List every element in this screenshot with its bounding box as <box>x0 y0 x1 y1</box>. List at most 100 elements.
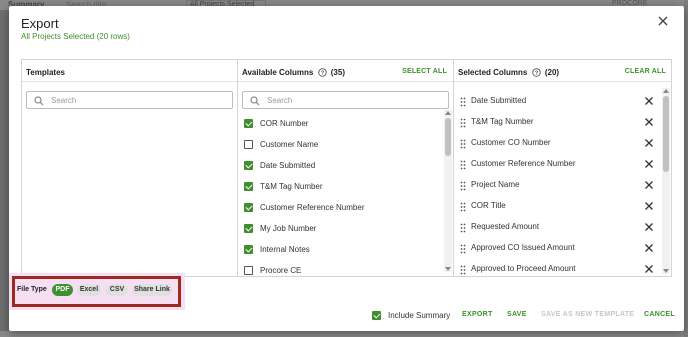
selected-column-label: Requested Amount <box>471 222 540 231</box>
unchecked-checkbox[interactable] <box>244 266 253 275</box>
selected-column-item[interactable]: Requested Amount <box>460 218 656 239</box>
selected-column-item[interactable]: COR Title <box>460 197 656 218</box>
available-column-label: Customer Reference Number <box>260 203 365 212</box>
export-button[interactable]: EXPORT <box>462 311 493 318</box>
templates-search-box[interactable] <box>26 91 233 109</box>
drag-handle-icon[interactable] <box>460 265 466 275</box>
selected-column-item[interactable]: Approved CO Issued Amount <box>460 239 656 260</box>
templates-search-input[interactable] <box>51 94 221 107</box>
scroll-down-icon[interactable] <box>663 269 669 273</box>
file-type-label: File Type <box>17 286 47 293</box>
search-icon <box>250 96 260 106</box>
background-footer <box>0 331 688 337</box>
file-type-chip-excel[interactable]: Excel <box>77 284 101 296</box>
selected-column-label: Approved CO Issued Amount <box>471 243 575 252</box>
selected-column-item[interactable]: T&M Tag Number <box>460 113 656 134</box>
selected-column-label: T&M Tag Number <box>471 117 534 126</box>
selected-column-item[interactable]: Date Submitted <box>460 92 656 113</box>
available-column-label: Internal Notes <box>260 245 310 254</box>
selected-column-item[interactable]: Customer Reference Number <box>460 155 656 176</box>
available-column-item[interactable]: Customer Reference Number <box>244 198 440 219</box>
checked-checkbox[interactable] <box>244 224 253 233</box>
modal-subtitle: All Projects Selected (20 rows) <box>21 32 130 41</box>
remove-icon[interactable] <box>644 138 654 148</box>
selected-column-item[interactable]: Project Name <box>460 176 656 197</box>
drag-handle-icon[interactable] <box>460 160 466 170</box>
drag-handle-icon[interactable] <box>460 202 466 212</box>
search-icon <box>34 96 44 106</box>
available-search-box[interactable] <box>242 91 449 109</box>
available-column-item[interactable]: Date Submitted <box>244 156 440 177</box>
scroll-up-icon[interactable] <box>663 89 669 93</box>
modal-title: Export <box>21 16 59 31</box>
selected-scrollbar[interactable] <box>662 88 670 274</box>
available-columns-list: COR Number Customer Name Date Submitted T&M… <box>238 114 453 276</box>
close-icon[interactable] <box>656 14 670 28</box>
selected-column-label: COR Title <box>471 201 506 210</box>
drag-handle-icon[interactable] <box>460 118 466 128</box>
available-column-item[interactable]: COR Number <box>244 114 440 135</box>
remove-icon[interactable] <box>644 222 654 232</box>
drag-handle-icon[interactable] <box>460 223 466 233</box>
available-column-label: Customer Name <box>260 140 319 149</box>
include-summary-label: Include Summary <box>388 311 451 320</box>
drag-handle-icon[interactable] <box>460 181 466 191</box>
include-summary-check[interactable] <box>372 311 381 320</box>
available-search-input[interactable] <box>267 94 437 107</box>
remove-icon[interactable] <box>644 264 654 274</box>
selected-column-label: Project Name <box>471 180 520 189</box>
remove-icon[interactable] <box>644 159 654 169</box>
scroll-down-icon[interactable] <box>445 267 451 271</box>
scroll-up-icon[interactable] <box>445 111 451 115</box>
available-columns-header: Available Columns ? (35) SELECT ALL <box>238 60 453 82</box>
selected-columns-label: Selected Columns <box>458 68 528 77</box>
help-icon[interactable]: ? <box>317 68 327 77</box>
selected-columns-count: (20) <box>544 68 560 77</box>
file-type-chip-csv[interactable]: CSV <box>106 284 128 296</box>
available-column-item[interactable]: Procore CE <box>244 261 440 276</box>
remove-icon[interactable] <box>644 201 654 211</box>
selected-column-label: Date Submitted <box>471 96 527 105</box>
file-type-chip-pdf[interactable]: PDF <box>52 284 73 296</box>
drag-handle-icon[interactable] <box>460 97 466 107</box>
selected-column-label: Approved to Proceed Amount <box>471 264 576 273</box>
selected-column-item[interactable]: Customer CO Number <box>460 134 656 155</box>
drag-handle-icon[interactable] <box>460 139 466 149</box>
checked-checkbox[interactable] <box>244 119 253 128</box>
remove-icon[interactable] <box>644 96 654 106</box>
help-icon[interactable]: ? <box>531 68 541 77</box>
save-as-new-template-button[interactable]: SAVE AS NEW TEMPLATE <box>541 311 634 318</box>
templates-panel: Templates <box>22 60 238 276</box>
available-column-item[interactable]: Internal Notes <box>244 240 440 261</box>
scrollbar-thumb[interactable] <box>663 96 669 172</box>
available-column-item[interactable]: Customer Name <box>244 135 440 156</box>
selected-columns-header: Selected Columns ? (20) CLEAR ALL <box>454 60 672 82</box>
available-scrollbar[interactable] <box>444 110 452 272</box>
save-button[interactable]: SAVE <box>507 311 527 318</box>
available-columns-count: (35) <box>330 68 345 77</box>
available-column-label: T&M Tag Number <box>260 182 323 191</box>
available-column-item[interactable]: T&M Tag Number <box>244 177 440 198</box>
selected-column-label: Customer Reference Number <box>471 159 576 168</box>
checked-checkbox[interactable] <box>244 161 253 170</box>
available-column-label: COR Number <box>260 119 309 128</box>
cancel-button[interactable]: CANCEL <box>644 311 675 318</box>
clear-all-button[interactable]: CLEAR ALL <box>625 68 666 75</box>
templates-header: Templates <box>22 60 237 82</box>
remove-icon[interactable] <box>644 180 654 190</box>
available-column-item[interactable]: My Job Number <box>244 219 440 240</box>
checked-checkbox[interactable] <box>244 182 253 191</box>
unchecked-checkbox[interactable] <box>244 140 253 149</box>
columns-panels: Templates Available Columns ? (35) SELEC… <box>21 59 672 277</box>
checked-checkbox[interactable] <box>244 245 253 254</box>
remove-icon[interactable] <box>644 243 654 253</box>
templates-header-label: Templates <box>26 68 65 77</box>
drag-handle-icon[interactable] <box>460 244 466 254</box>
file-type-chip-share-link[interactable]: Share Link <box>132 284 172 296</box>
checked-checkbox[interactable] <box>244 203 253 212</box>
selected-column-item[interactable]: Approved to Proceed Amount <box>460 260 656 276</box>
select-all-button[interactable]: SELECT ALL <box>402 68 447 75</box>
available-columns-label: Available Columns <box>242 68 314 77</box>
scrollbar-thumb[interactable] <box>445 118 451 156</box>
remove-icon[interactable] <box>644 117 654 127</box>
